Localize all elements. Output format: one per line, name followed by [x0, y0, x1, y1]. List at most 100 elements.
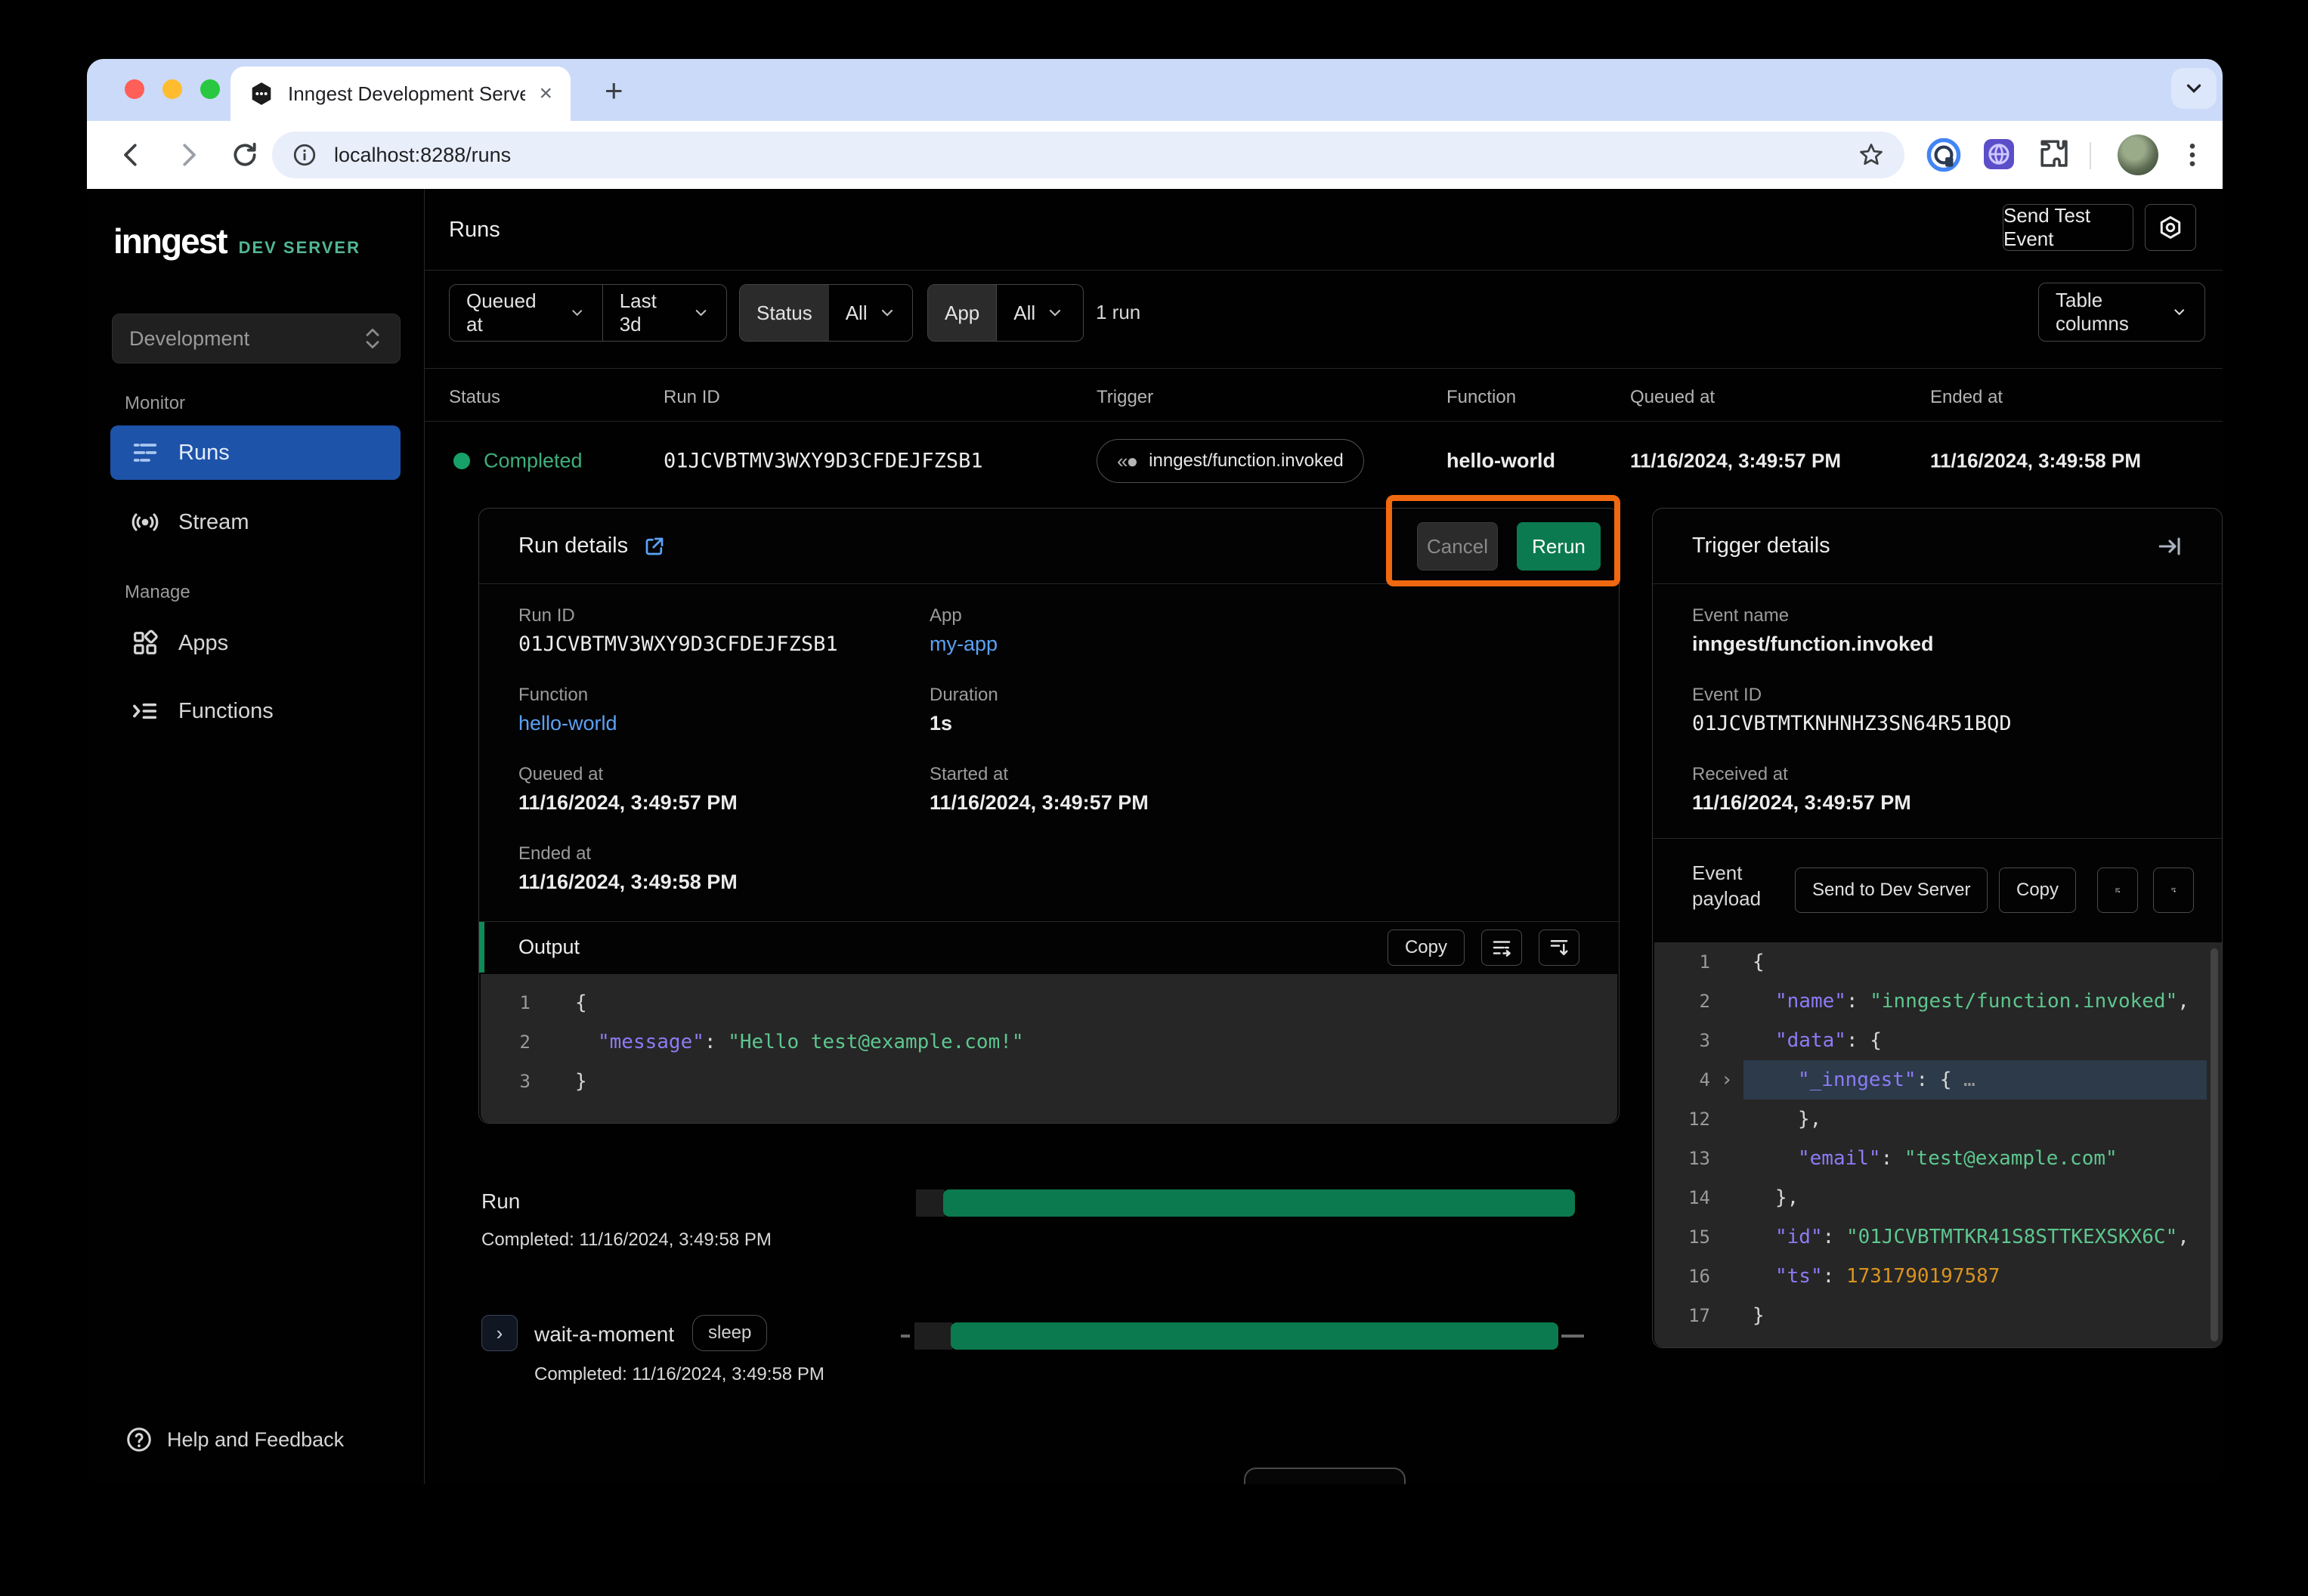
purple-extension-icon[interactable] [1981, 136, 2017, 172]
sidebar-item-label: Runs [178, 441, 230, 466]
forward-button[interactable] [172, 139, 204, 171]
bookmark-star-icon[interactable] [1858, 141, 1885, 169]
field-received-at: Received at 11/16/2024, 3:49:57 PM [1692, 764, 1911, 815]
chevron-down-icon [2171, 302, 2188, 322]
help-label: Help and Feedback [167, 1428, 344, 1452]
tab-search-button[interactable] [2171, 68, 2217, 109]
timeline-step-status: Completed: 11/16/2024, 3:49:58 PM [534, 1364, 825, 1385]
code-line: 15"id": "01JCVBTMTKR41S8STTKEXSKX6C", [1654, 1217, 2222, 1257]
col-status: Status [449, 387, 500, 408]
timeline-step-trail-line [1561, 1335, 1584, 1338]
timeline-step-label: wait-a-moment [534, 1322, 674, 1347]
line-number: 2 [1654, 991, 1710, 1012]
expand-lines-icon [2170, 879, 2177, 902]
function-cell: hello-world [1446, 450, 1555, 473]
timeline-run-bar[interactable] [943, 1189, 1575, 1217]
payload-scrollbar[interactable] [2211, 948, 2218, 1341]
settings-gear-button[interactable] [2145, 204, 2196, 251]
sidebar-item-runs[interactable]: Runs [110, 425, 401, 480]
code-line: 3} [481, 1062, 1617, 1101]
word-wrap-icon [1490, 936, 1513, 959]
app-link[interactable]: my-app [930, 633, 998, 655]
sidebar-item-apps[interactable]: Apps [110, 616, 401, 670]
trigger-name: inngest/function.invoked [1149, 450, 1344, 472]
extensions-puzzle-icon[interactable] [2037, 136, 2071, 171]
environment-select-value: Development [129, 327, 249, 351]
help-and-feedback[interactable]: Help and Feedback [125, 1425, 344, 1454]
back-button[interactable] [116, 139, 147, 171]
timeline-run-queued-segment [916, 1189, 945, 1217]
tab-close-icon[interactable]: × [539, 81, 552, 107]
output-code-block[interactable]: 1{2"message": "Hello test@example.com!"3… [481, 974, 1617, 1123]
event-payload-code-block[interactable]: 1{2"name": "inngest/function.invoked",3"… [1654, 942, 2222, 1347]
profile-avatar[interactable] [2118, 135, 2158, 175]
fold-chevron-icon[interactable]: › [1710, 1069, 1743, 1091]
time-range-select[interactable]: Last 3d [603, 285, 726, 341]
minimize-window-button[interactable] [162, 79, 182, 99]
send-test-event-button[interactable]: Send Test Event [2003, 204, 2133, 251]
code-text: "message": "Hello test@example.com!" [531, 1022, 1602, 1062]
send-to-dev-server-button[interactable]: Send to Dev Server [1795, 868, 1988, 913]
table-columns-button[interactable]: Table columns [2038, 283, 2205, 342]
url-text[interactable]: localhost:8288/runs [334, 144, 1841, 167]
chevron-down-icon [1046, 304, 1064, 322]
output-title: Output [518, 936, 1371, 959]
output-expand-button[interactable] [1539, 929, 1579, 966]
event-icon: «● [1117, 450, 1137, 473]
time-filter[interactable]: Queued at Last 3d [449, 284, 727, 342]
section-label-manage: Manage [125, 582, 190, 603]
time-field-select[interactable]: Queued at [450, 285, 602, 341]
step-expand-button[interactable]: › [481, 1315, 518, 1351]
app-filter-select[interactable]: All [997, 285, 1081, 341]
code-text: } [531, 1062, 1602, 1101]
url-bar[interactable]: localhost:8288/runs [272, 131, 1904, 178]
output-copy-button[interactable]: Copy [1388, 929, 1465, 966]
col-ended-at: Ended at [1930, 387, 2003, 408]
table-row[interactable]: Completed 01JCVBTMV3WXY9D3CFDEJFZSB1 «● … [425, 422, 2223, 500]
status-filter-select[interactable]: All [829, 285, 913, 341]
code-line: 1{ [481, 983, 1617, 1022]
table-columns-label: Table columns [2056, 289, 2159, 336]
payload-copy-button[interactable]: Copy [1999, 868, 2076, 913]
function-link[interactable]: hello-world [518, 712, 617, 735]
status-filter[interactable]: Status All [739, 284, 913, 342]
code-text: { [531, 983, 1602, 1022]
sidebar-item-label: Functions [178, 699, 274, 724]
payload-wrap-button[interactable] [2097, 868, 2138, 913]
runs-icon [130, 438, 160, 468]
chevron-down-icon [692, 304, 710, 322]
output-wrap-button[interactable] [1481, 929, 1522, 966]
output-accent-bar [479, 922, 484, 973]
timeline-step-bar[interactable] [951, 1322, 1558, 1350]
functions-icon [130, 696, 160, 726]
sidebar-item-stream[interactable]: Stream [110, 495, 401, 549]
status-dot [453, 453, 470, 469]
browser-tab[interactable]: Inngest Development Server × [230, 66, 571, 121]
apps-icon [130, 628, 160, 658]
clipped-bottom-button[interactable] [1244, 1468, 1406, 1484]
field-queued-at: Queued at 11/16/2024, 3:49:57 PM [518, 764, 738, 815]
environment-select[interactable]: Development [112, 314, 401, 363]
select-chevrons-icon [362, 326, 383, 351]
external-link-icon [643, 535, 666, 558]
maximize-window-button[interactable] [200, 79, 220, 99]
field-event-name: Event name inngest/function.invoked [1692, 605, 1934, 656]
code-text: "name": "inngest/function.invoked", [1743, 982, 2207, 1021]
app-filter[interactable]: App All [927, 284, 1084, 342]
page-title: Runs [449, 218, 500, 243]
browser-menu-kebab-icon[interactable] [2177, 139, 2207, 171]
code-text: "id": "01JCVBTMTKR41S8STTKEXSKX6C", [1743, 1217, 2207, 1257]
close-window-button[interactable] [125, 79, 144, 99]
status-filter-label: Status [740, 285, 829, 341]
trigger-details-title: Trigger details [1692, 534, 2142, 558]
new-tab-button[interactable]: + [605, 73, 623, 109]
reload-button[interactable] [229, 139, 261, 171]
code-line: 4›"_inngest": { … [1654, 1060, 2222, 1100]
payload-expand-button[interactable] [2153, 868, 2194, 913]
sidebar-item-functions[interactable]: Functions [110, 684, 401, 738]
site-info-icon[interactable] [292, 142, 317, 168]
password-manager-extension-icon[interactable] [1925, 136, 1963, 174]
chevron-down-icon [878, 304, 896, 322]
toolbar-divider [2090, 142, 2091, 169]
trigger-badge[interactable]: «● inngest/function.invoked [1097, 439, 1364, 483]
